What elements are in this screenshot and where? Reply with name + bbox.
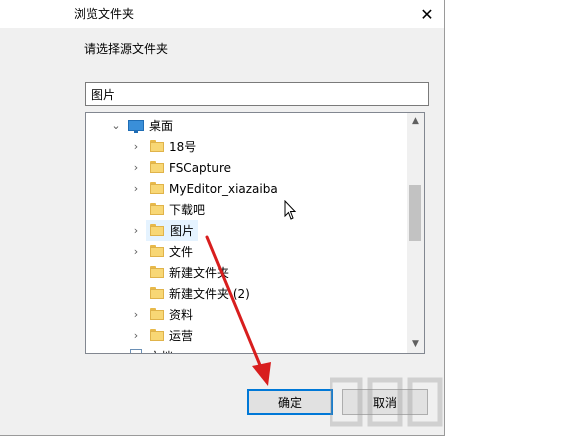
tree-item[interactable]: › 文件 — [86, 241, 408, 262]
dialog-title: 浏览文件夹 — [74, 7, 135, 21]
tree-item[interactable]: 新建文件夹 — [86, 262, 408, 283]
tree-item-label: 下载吧 — [169, 203, 206, 217]
title-bar: 浏览文件夹 ✕ — [0, 0, 444, 28]
tree-item-label: 运营 — [169, 329, 194, 343]
tree-item[interactable]: › FSCapture — [86, 157, 408, 178]
scroll-down-arrow-icon[interactable]: ▼ — [407, 336, 424, 353]
tree-item-label: 文件 — [169, 245, 194, 259]
dialog-prompt: 请选择源文件夹 — [84, 42, 169, 56]
folder-icon — [150, 308, 164, 320]
close-button[interactable]: ✕ — [410, 0, 444, 28]
tree-item[interactable]: › 18号 — [86, 136, 408, 157]
folder-icon — [150, 182, 164, 194]
watermark-logo-icon — [330, 377, 443, 427]
tree-item-label: 文档 — [149, 348, 173, 353]
tree-item[interactable]: › 资料 — [86, 304, 408, 325]
scroll-thumb[interactable] — [409, 185, 421, 241]
ok-button[interactable]: 确定 — [247, 389, 333, 415]
tree-item[interactable]: › 运营 — [86, 325, 408, 346]
chevron-right-icon[interactable]: › — [130, 241, 142, 262]
tree-item-desktop[interactable]: ⌄ 桌面 — [86, 115, 408, 136]
vertical-scrollbar[interactable]: ▲ ▼ — [407, 113, 424, 353]
tree-item[interactable]: 新建文件夹 (2) — [86, 283, 408, 304]
folder-icon — [150, 161, 164, 173]
folder-icon — [150, 287, 164, 299]
tree-item-label: 新建文件夹 (2) — [169, 287, 250, 301]
folder-tree: ⌄ 桌面 › 18号 › FSCapture › MyEditor_xiazai… — [85, 112, 425, 354]
chevron-right-icon[interactable]: › — [130, 220, 142, 241]
folder-icon — [150, 329, 164, 341]
chevron-right-icon[interactable]: › — [130, 136, 142, 157]
browse-folder-dialog: 浏览文件夹 ✕ 请选择源文件夹 ⌄ 桌面 › 18号 › FSCapture ›… — [0, 0, 445, 436]
tree-item-label: FSCapture — [169, 160, 232, 175]
tree-item[interactable]: › 文档 — [86, 346, 408, 353]
scroll-up-arrow-icon[interactable]: ▲ — [407, 113, 424, 130]
folder-icon — [150, 245, 164, 257]
tree-item-label: 18号 — [169, 140, 197, 154]
desktop-icon — [128, 120, 144, 133]
chevron-right-icon[interactable]: › — [130, 325, 142, 346]
folder-icon — [150, 224, 164, 236]
tree-item-label: 资料 — [169, 308, 194, 322]
tree-item-label: MyEditor_xiazaiba — [169, 181, 278, 196]
tree-item[interactable]: › MyEditor_xiazaiba — [86, 178, 408, 199]
folder-icon — [150, 140, 164, 152]
mouse-cursor-icon — [284, 200, 297, 220]
chevron-right-icon[interactable]: › — [130, 178, 142, 199]
document-icon — [130, 349, 142, 353]
chevron-right-icon[interactable]: › — [130, 157, 142, 178]
tree-item[interactable]: 下载吧 — [86, 199, 408, 220]
tree-item-label: 图片 — [170, 224, 195, 238]
folder-icon — [150, 266, 164, 278]
folder-icon — [150, 203, 164, 215]
folder-path-input[interactable] — [85, 82, 429, 106]
tree-item-label: 新建文件夹 — [169, 266, 230, 280]
chevron-right-icon[interactable]: › — [130, 304, 142, 325]
tree-item-selected[interactable]: › 图片 — [86, 220, 408, 241]
chevron-down-icon[interactable]: ⌄ — [110, 115, 122, 136]
tree-item-label: 桌面 — [149, 119, 174, 133]
chevron-right-icon[interactable]: › — [110, 346, 122, 353]
